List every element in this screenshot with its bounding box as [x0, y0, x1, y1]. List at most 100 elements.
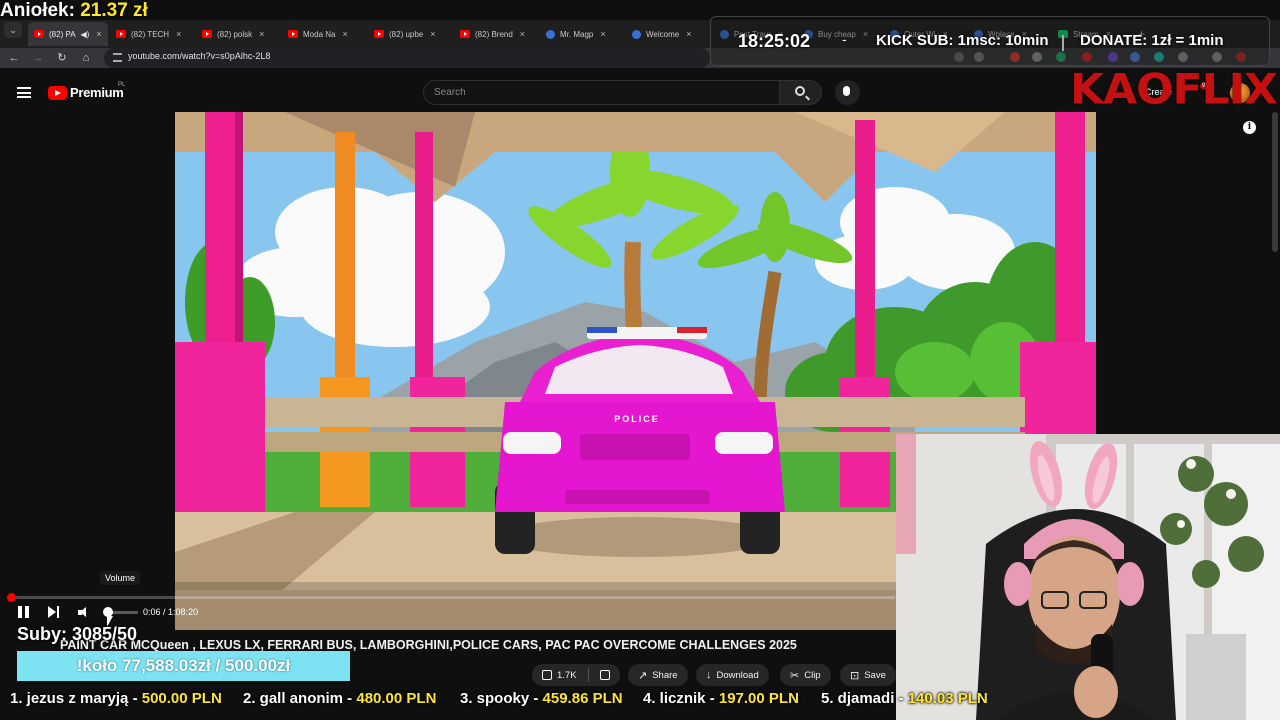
download-label: Download [716, 669, 759, 681]
like-button[interactable]: 1.7K [532, 664, 620, 686]
tab-youtube-active[interactable]: (82) PA ◀) × [28, 22, 108, 46]
aniolek-amount: 21.37 zł [80, 0, 148, 21]
thumbs-down-icon[interactable] [599, 670, 610, 680]
ranking-name: 4. licznik - [643, 690, 719, 707]
microphone-icon [843, 86, 850, 96]
ranking-item: 1. jezus z maryją - 500.00 PLN [10, 690, 222, 707]
save-label: Save [864, 669, 886, 681]
youtube-icon [374, 30, 384, 38]
kaoflix-logo: KAOFLIX [1070, 65, 1278, 114]
youtube-icon [202, 30, 212, 38]
save-button[interactable]: ⊡ Save [840, 664, 896, 686]
progress-scrubber[interactable] [7, 593, 16, 602]
volume-icon[interactable] [78, 607, 90, 618]
globe-icon [632, 29, 641, 39]
wheel-goal-bar: !koło 77,588.03zł / 500.00zł [17, 651, 350, 681]
close-icon[interactable]: × [342, 29, 347, 39]
stream-clock: 18:25:02 [738, 31, 811, 51]
pause-icon[interactable] [18, 606, 29, 618]
search-icon [795, 86, 805, 96]
share-label: Share [652, 669, 678, 681]
aniolek-label: Aniołek: [0, 0, 75, 21]
tab-list-button[interactable]: ⌄ [4, 22, 22, 38]
video-title: PAINT CAR MCQueen , LEXUS LX, FERRARI BU… [60, 638, 797, 652]
close-icon[interactable]: × [176, 29, 181, 39]
reload-button[interactable]: ↻ [54, 50, 70, 66]
youtube-icon [460, 30, 470, 38]
share-icon: ↗ [638, 669, 648, 682]
hamburger-menu-icon[interactable] [17, 87, 31, 98]
info-icon[interactable]: i [1243, 121, 1256, 134]
timecode: 0:06 / 1:08:20 [143, 607, 198, 617]
ranking-name: 5. djamadi - [821, 690, 908, 707]
close-icon[interactable]: × [259, 29, 264, 39]
share-button[interactable]: ↗ Share [628, 664, 688, 686]
chevron-down-icon: ⌄ [9, 25, 17, 35]
speaker-icon: ◀) [80, 29, 90, 39]
download-icon: ↓ [706, 669, 712, 681]
tab-6[interactable]: (82) Brend × [454, 22, 538, 46]
youtube-logo-icon[interactable] [48, 86, 67, 100]
tab-label: Welcome [646, 29, 680, 39]
close-icon[interactable]: × [96, 29, 101, 39]
tab-label: (82) upbe [389, 29, 424, 39]
page-scrollbar[interactable] [1272, 112, 1278, 252]
donation-ranking: 1. jezus z maryją - 500.00 PLN 2. gall a… [0, 686, 1280, 712]
time-separator: / [160, 607, 169, 617]
webcam-feed [896, 434, 1280, 720]
next-icon[interactable] [48, 606, 60, 618]
ear-cup [1004, 562, 1032, 606]
country-code: PL [118, 82, 126, 88]
divider [587, 668, 589, 682]
tab-label: Mr. Magp [560, 29, 594, 39]
youtube-logo-text[interactable]: Premium [70, 85, 124, 100]
ranking-item: 3. spooky - 459.86 PLN [460, 690, 623, 707]
home-button[interactable]: ⌂ [78, 50, 94, 66]
globe-icon [546, 29, 555, 39]
kick-sub-info: KICK SUB: 1msc: 10min [876, 32, 1049, 49]
close-icon[interactable]: × [430, 29, 435, 39]
tab-3[interactable]: (82) polsk × [196, 22, 280, 46]
ranking-item: 4. licznik - 197.00 PLN [643, 690, 799, 707]
tab-7[interactable]: Mr. Magp × [540, 22, 624, 46]
like-count: 1.7K [557, 669, 577, 681]
url-text[interactable]: youtube.com/watch?v=s0pAlhc-2L8 [128, 51, 270, 61]
time-total: 1:08:20 [168, 607, 199, 617]
clip-label: Clip [804, 669, 821, 681]
progress-bar[interactable] [10, 596, 895, 599]
ranking-amount: 140.03 PLN [907, 690, 988, 707]
close-icon[interactable]: × [686, 29, 691, 39]
tab-4[interactable]: Moda Na × [282, 22, 366, 46]
ranking-amount: 197.00 PLN [718, 690, 799, 707]
youtube-icon [288, 30, 298, 38]
tab-5[interactable]: (82) upbe × [368, 22, 452, 46]
back-button[interactable]: ← [6, 50, 22, 66]
scissors-icon: ✂ [790, 669, 800, 682]
ranking-name: 1. jezus z maryją - [10, 690, 142, 707]
tab-label: (82) PA [49, 29, 76, 39]
ranking-name: 3. spooky - [460, 690, 543, 707]
divider [1062, 35, 1064, 51]
ranking-amount: 459.86 PLN [542, 690, 623, 707]
youtube-icon [116, 30, 126, 38]
address-bar[interactable]: youtube.com/watch?v=s0pAlhc-2L8 [104, 48, 710, 68]
tab-label: Moda Na [303, 29, 336, 39]
forward-button[interactable]: → [30, 50, 46, 66]
ranking-amount: 480.00 PLN [356, 690, 437, 707]
separator: - [842, 31, 847, 47]
youtube-icon [34, 30, 44, 38]
tab-8[interactable]: Welcome × [626, 22, 706, 46]
donate-info: DONATE: 1zł = 1min [1080, 32, 1224, 49]
download-button[interactable]: ↓ Download [696, 664, 769, 686]
clip-button[interactable]: ✂ Clip [780, 664, 831, 686]
site-settings-icon[interactable] [113, 53, 122, 62]
tab-label: (82) polsk [217, 29, 253, 39]
tab-2[interactable]: (82) TECH × [110, 22, 194, 46]
search-input[interactable]: Search [423, 80, 780, 105]
background-plush [896, 434, 916, 554]
close-icon[interactable]: × [520, 29, 525, 39]
search-placeholder: Search [434, 87, 466, 98]
time-current: 0:06 [143, 607, 161, 617]
subs-counter: Suby: 3085/50 [17, 624, 138, 644]
close-icon[interactable]: × [600, 29, 605, 39]
